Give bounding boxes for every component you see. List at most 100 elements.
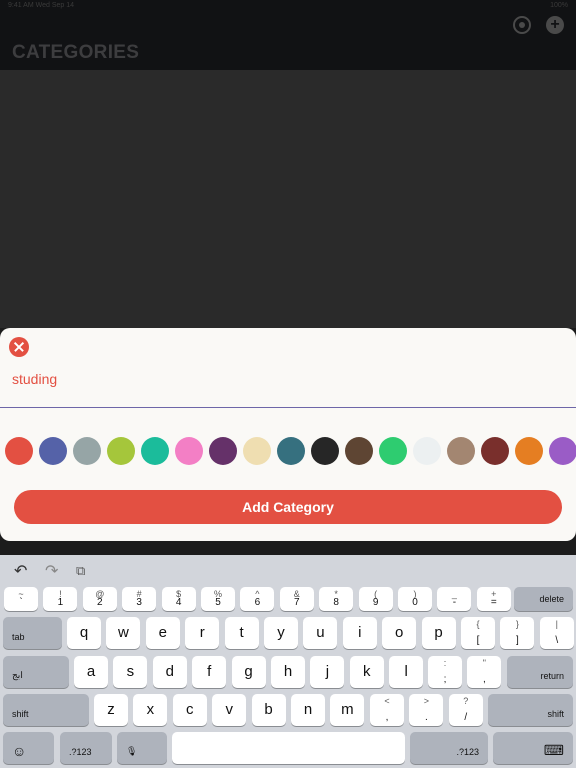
- key-period[interactable]: >.: [409, 694, 444, 726]
- key-b[interactable]: b: [251, 694, 286, 726]
- key-j[interactable]: j: [310, 656, 345, 688]
- key-y[interactable]: y: [264, 617, 298, 649]
- color-swatch-maroon[interactable]: [481, 437, 509, 465]
- key-m[interactable]: m: [330, 694, 365, 726]
- key-p[interactable]: p: [421, 617, 456, 649]
- key-9[interactable]: (9: [358, 587, 393, 611]
- dictation-key[interactable]: 🎙: [117, 732, 167, 764]
- color-swatch-gray[interactable]: [73, 437, 101, 465]
- key-8[interactable]: * 8: [319, 587, 354, 611]
- add-icon[interactable]: +: [546, 16, 564, 34]
- key-g[interactable]: g: [231, 656, 266, 688]
- key-label: 9: [372, 597, 379, 608]
- key-label: k: [363, 663, 371, 680]
- emoji-key[interactable]: ☺: [3, 732, 54, 764]
- tab-key[interactable]: tab: [3, 617, 62, 649]
- key-u[interactable]: u: [303, 617, 338, 649]
- add-category-button[interactable]: Add Category: [14, 490, 562, 524]
- key-k[interactable]: k: [349, 656, 384, 688]
- key-`[interactable]: ~ `: [4, 587, 38, 611]
- shift-key-right[interactable]: shift: [488, 694, 573, 726]
- key-v[interactable]: v: [212, 694, 247, 726]
- page-title: CATEGORIES: [12, 42, 140, 63]
- key-\[interactable]: | \: [539, 617, 574, 649]
- key-5[interactable]: % 5: [201, 587, 235, 611]
- language-key[interactable]: ابج: [3, 656, 69, 688]
- key-label: p: [434, 624, 443, 641]
- color-swatch-red[interactable]: [5, 437, 33, 465]
- key-label: o: [395, 624, 404, 641]
- color-swatch-purple[interactable]: [549, 437, 576, 465]
- key-label: =: [490, 597, 497, 608]
- shift-key-left[interactable]: shift: [3, 694, 89, 726]
- key-2[interactable]: @2: [82, 587, 117, 611]
- hide-keyboard-key[interactable]: ⌨: [493, 732, 573, 764]
- color-swatch-white[interactable]: [413, 437, 441, 465]
- color-swatch-plum[interactable]: [209, 437, 237, 465]
- color-swatch-lime[interactable]: [107, 437, 135, 465]
- key-c[interactable]: c: [172, 694, 207, 726]
- key-d[interactable]: d: [152, 656, 187, 688]
- key-1[interactable]: ! 1: [43, 587, 78, 611]
- key-e[interactable]: e: [145, 617, 180, 649]
- key-i[interactable]: i: [342, 617, 377, 649]
- key-label: c: [186, 701, 194, 718]
- color-swatch-orange[interactable]: [515, 437, 543, 465]
- key-label: [: [476, 635, 480, 646]
- key-w[interactable]: w: [106, 617, 141, 649]
- redo-icon[interactable]: ↷: [45, 561, 58, 581]
- key-o[interactable]: o: [382, 617, 417, 649]
- key-r[interactable]: r: [185, 617, 220, 649]
- key-l[interactable]: l: [389, 656, 424, 688]
- color-swatch-tan[interactable]: [447, 437, 475, 465]
- numbers-key-left[interactable]: .?123: [60, 732, 112, 764]
- close-icon[interactable]: [9, 337, 29, 357]
- space-key[interactable]: [172, 732, 405, 764]
- key-label: l: [404, 663, 408, 680]
- key-x[interactable]: x: [133, 694, 168, 726]
- key-label: \: [555, 635, 559, 646]
- key-comma[interactable]: <,: [370, 694, 404, 726]
- color-swatch-brown[interactable]: [345, 437, 373, 465]
- key--[interactable]: _ -: [437, 587, 472, 611]
- key-label: i: [358, 624, 362, 641]
- key-0[interactable]: ) 0: [398, 587, 432, 611]
- color-swatch-black[interactable]: [311, 437, 339, 465]
- key-=[interactable]: + =: [476, 587, 511, 611]
- key-t[interactable]: t: [224, 617, 259, 649]
- undo-icon[interactable]: ↶: [14, 561, 27, 581]
- color-swatch-turquoise[interactable]: [141, 437, 169, 465]
- category-name-input[interactable]: [12, 368, 552, 390]
- color-swatch-sand[interactable]: [243, 437, 271, 465]
- key-h[interactable]: h: [271, 656, 305, 688]
- key-a[interactable]: a: [74, 656, 108, 688]
- key-q[interactable]: q: [67, 617, 101, 649]
- key-label: g: [244, 663, 253, 680]
- key-slash[interactable]: ? /: [448, 694, 483, 726]
- key-6[interactable]: ^ 6: [240, 587, 275, 611]
- key-][interactable]: }]: [500, 617, 535, 649]
- key-3[interactable]: #3: [122, 587, 157, 611]
- settings-gear-icon[interactable]: [513, 16, 531, 34]
- key-label: v: [225, 701, 233, 718]
- key-[[interactable]: {[: [461, 617, 495, 649]
- key-n[interactable]: n: [291, 694, 325, 726]
- color-swatch-green[interactable]: [379, 437, 407, 465]
- key-7[interactable]: & 7: [279, 587, 314, 611]
- key-quote[interactable]: ",: [467, 656, 502, 688]
- key-label: m: [341, 701, 354, 718]
- key-z[interactable]: z: [94, 694, 128, 726]
- return-key[interactable]: return: [507, 656, 573, 688]
- numbers-key-right[interactable]: .?123: [410, 732, 488, 764]
- color-swatch-pink[interactable]: [175, 437, 203, 465]
- key-s[interactable]: s: [113, 656, 148, 688]
- key-label: y: [277, 624, 285, 641]
- key-4[interactable]: $4: [161, 587, 196, 611]
- color-swatch-teal-blue[interactable]: [277, 437, 305, 465]
- key-label: shift: [547, 709, 564, 719]
- color-swatch-blue[interactable]: [39, 437, 67, 465]
- paste-icon[interactable]: ⧉: [76, 563, 85, 579]
- key-f[interactable]: f: [192, 656, 227, 688]
- key-semicolon[interactable]: :;: [428, 656, 462, 688]
- delete-key[interactable]: delete: [514, 587, 573, 611]
